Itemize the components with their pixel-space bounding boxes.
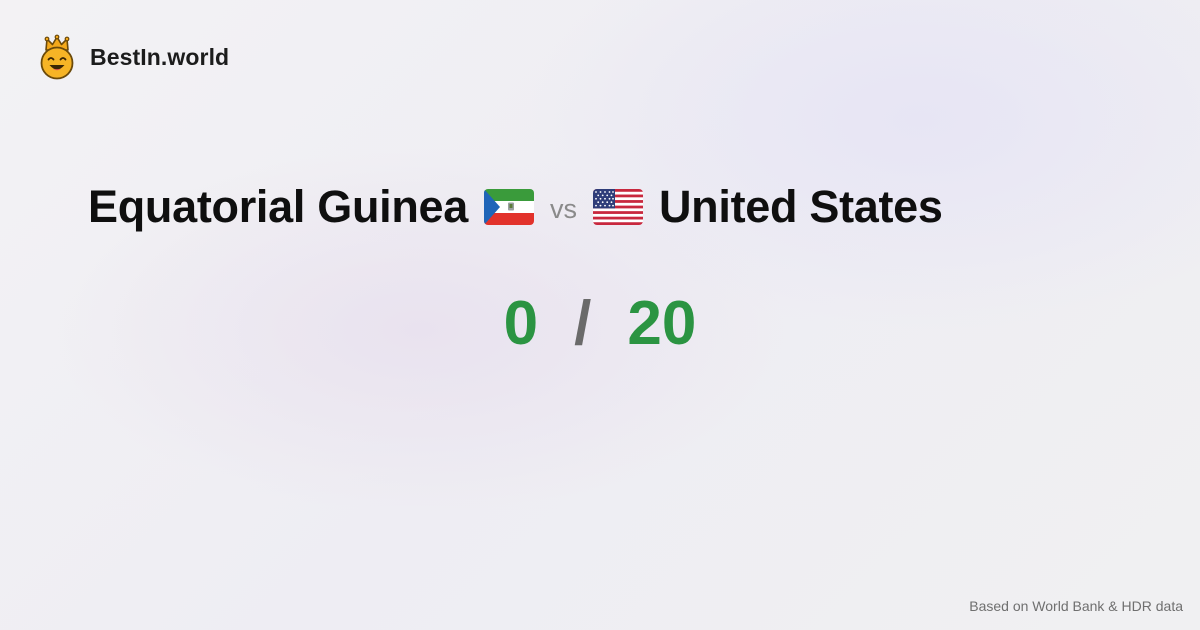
right-score: 20 [627, 288, 697, 358]
united-states-flag-icon [592, 189, 643, 225]
vs-label: vs [549, 193, 577, 224]
right-country-name: United States [658, 181, 943, 232]
comparison-title: Equatorial Guinea vs United States [88, 176, 943, 238]
brand[interactable]: BestIn.world [38, 34, 229, 80]
data-source-note: Based on World Bank & HDR data [969, 598, 1183, 614]
equatorial-guinea-flag-icon [483, 189, 534, 225]
score-row: 0 / 20 [0, 286, 1200, 360]
crown-smiley-icon [40, 34, 74, 80]
score-separator: / [574, 288, 592, 358]
left-country-name: Equatorial Guinea [88, 181, 468, 232]
left-score: 0 [503, 288, 539, 358]
brand-name: BestIn.world [90, 43, 230, 70]
